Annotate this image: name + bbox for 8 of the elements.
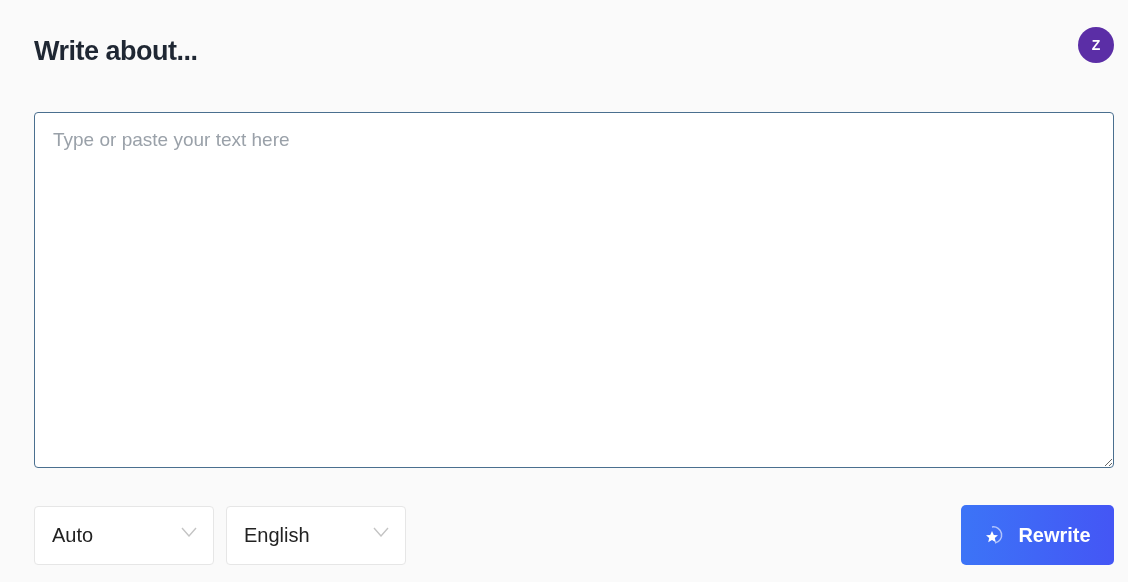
chevron-down-icon — [373, 527, 389, 537]
page-title: Write about... — [34, 36, 198, 67]
rewrite-button[interactable]: Rewrite — [961, 505, 1114, 565]
chevron-down-icon — [181, 527, 197, 537]
dropdown-select[interactable]: Auto — [34, 505, 214, 565]
dropdown-select[interactable]: English — [226, 505, 406, 565]
user-avatar[interactable]: Z — [1078, 27, 1114, 63]
text-input-area[interactable]: Type or paste your text here — [34, 112, 1114, 468]
